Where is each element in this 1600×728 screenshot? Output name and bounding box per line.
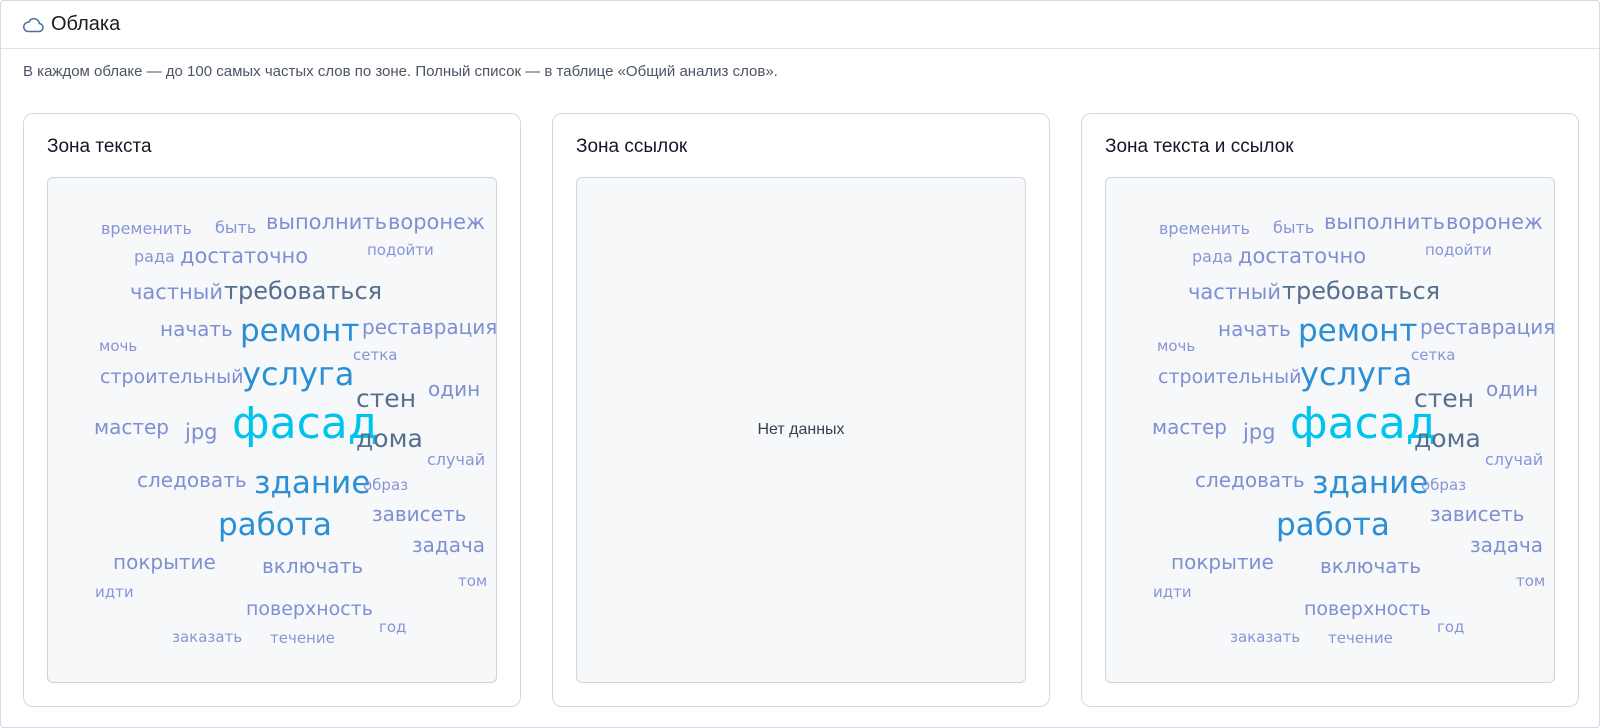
cloud-word: реставрация xyxy=(362,315,497,339)
panel-text-links-zone: Зона текста и ссылок фасад ремонт услуга зд… xyxy=(1081,113,1579,707)
cloud-word: быть xyxy=(1273,218,1315,237)
cloud-word: услуга xyxy=(242,355,355,393)
cloud-word: подойти xyxy=(367,241,434,259)
cloud-word: дома xyxy=(356,424,423,453)
cloud-word: течение xyxy=(270,629,335,647)
cloud-word: мочь xyxy=(1157,337,1196,355)
cloud-word: услуга xyxy=(1300,355,1413,393)
cloud-word: год xyxy=(379,618,407,636)
cloud-word: требоваться xyxy=(1282,277,1441,305)
cloud-word: достаточно xyxy=(1238,244,1367,268)
widget-header: Облака xyxy=(1,1,1599,49)
cloud-word: сетка xyxy=(353,346,398,364)
cloud-word: требоваться xyxy=(224,277,383,305)
cloud-word: стен xyxy=(356,384,417,413)
cloud-word: том xyxy=(458,572,488,590)
cloud-word: покрытие xyxy=(1171,550,1274,574)
cloud-word: строительный xyxy=(100,366,244,388)
cloud-word: реставрация xyxy=(1420,315,1555,339)
cloud-word: один xyxy=(1486,377,1539,401)
panel-title: Зона текста xyxy=(47,136,152,157)
cloud-word: частный xyxy=(1188,280,1282,304)
cloud-word: ремонт xyxy=(240,313,360,349)
cloud-word: включать xyxy=(1320,554,1421,578)
cloud-word: воронеж xyxy=(388,210,485,234)
cloud-word: задача xyxy=(412,533,486,557)
cloud-word: случай xyxy=(427,450,486,469)
clouds-hint: В каждом облаке — до 100 самых частых сл… xyxy=(23,63,778,80)
cloud-word: год xyxy=(1437,618,1465,636)
word-cloud-empty: Нет данных xyxy=(576,177,1026,683)
cloud-word: случай xyxy=(1485,450,1544,469)
cloud-word: сетка xyxy=(1411,346,1456,364)
cloud-word: зависеть xyxy=(372,502,467,526)
cloud-word: образ xyxy=(363,476,409,494)
cloud-word: зависеть xyxy=(1430,502,1525,526)
cloud-word: работа xyxy=(1276,507,1390,543)
cloud-word: следовать xyxy=(137,468,247,492)
cloud-word: воронеж xyxy=(1446,210,1543,234)
cloud-word: выполнить xyxy=(1324,210,1445,234)
cloud-word: подойти xyxy=(1425,241,1492,259)
cloud-word: идти xyxy=(95,583,134,601)
cloud-word: достаточно xyxy=(180,244,309,268)
panel-title: Зона текста и ссылок xyxy=(1105,136,1294,157)
cloud-word: рада xyxy=(1192,247,1233,266)
cloud-word: частный xyxy=(130,280,224,304)
cloud-word: покрытие xyxy=(113,550,216,574)
cloud-word: заказать xyxy=(172,628,243,646)
widget-title: Облака xyxy=(51,13,121,35)
cloud-word: том xyxy=(1516,572,1546,590)
cloud-word: jpg xyxy=(1243,420,1276,444)
empty-state: Нет данных xyxy=(757,421,845,438)
cloud-word: начать xyxy=(160,317,233,341)
cloud-word: быть xyxy=(215,218,257,237)
cloud-word: дома xyxy=(1414,424,1481,453)
clouds-widget: Облака В каждом облаке — до 100 самых ча… xyxy=(0,0,1600,728)
cloud-word: ремонт xyxy=(1298,313,1418,349)
cloud-word: временить xyxy=(101,219,192,238)
cloud-word: здание xyxy=(254,465,371,501)
cloud-word: стен xyxy=(1414,384,1475,413)
cloud-word: строительный xyxy=(1158,366,1302,388)
cloud-word: один xyxy=(428,377,481,401)
cloud-word: мастер xyxy=(1152,415,1227,439)
word-cloud: фасад ремонт услуга здание работа стен дома тре… xyxy=(47,177,497,683)
cloud-word: jpg xyxy=(185,420,218,444)
cloud-word: течение xyxy=(1328,629,1393,647)
cloud-word: рада xyxy=(134,247,175,266)
cloud-word: поверхность xyxy=(1304,598,1431,620)
cloud-word: идти xyxy=(1153,583,1192,601)
cloud-icon xyxy=(21,13,45,37)
cloud-word: здание xyxy=(1312,465,1429,501)
cloud-word: включать xyxy=(262,554,363,578)
cloud-word: начать xyxy=(1218,317,1291,341)
word-cloud: фасад ремонт услуга здание работа стен дома тре… xyxy=(1105,177,1555,683)
cloud-word: работа xyxy=(218,507,332,543)
panel-links-zone: Зона ссылок Нет данных xyxy=(552,113,1050,707)
panel-title: Зона ссылок xyxy=(576,136,688,157)
cloud-word: поверхность xyxy=(246,598,373,620)
cloud-word: задача xyxy=(1470,533,1544,557)
cloud-word: образ xyxy=(1421,476,1467,494)
cloud-word: заказать xyxy=(1230,628,1301,646)
cloud-word: мочь xyxy=(99,337,138,355)
cloud-word: мастер xyxy=(94,415,169,439)
panel-text-zone: Зона текста фасад ремонт услуга здание работ… xyxy=(23,113,521,707)
cloud-word: следовать xyxy=(1195,468,1305,492)
cloud-word: выполнить xyxy=(266,210,387,234)
cloud-word: временить xyxy=(1159,219,1250,238)
